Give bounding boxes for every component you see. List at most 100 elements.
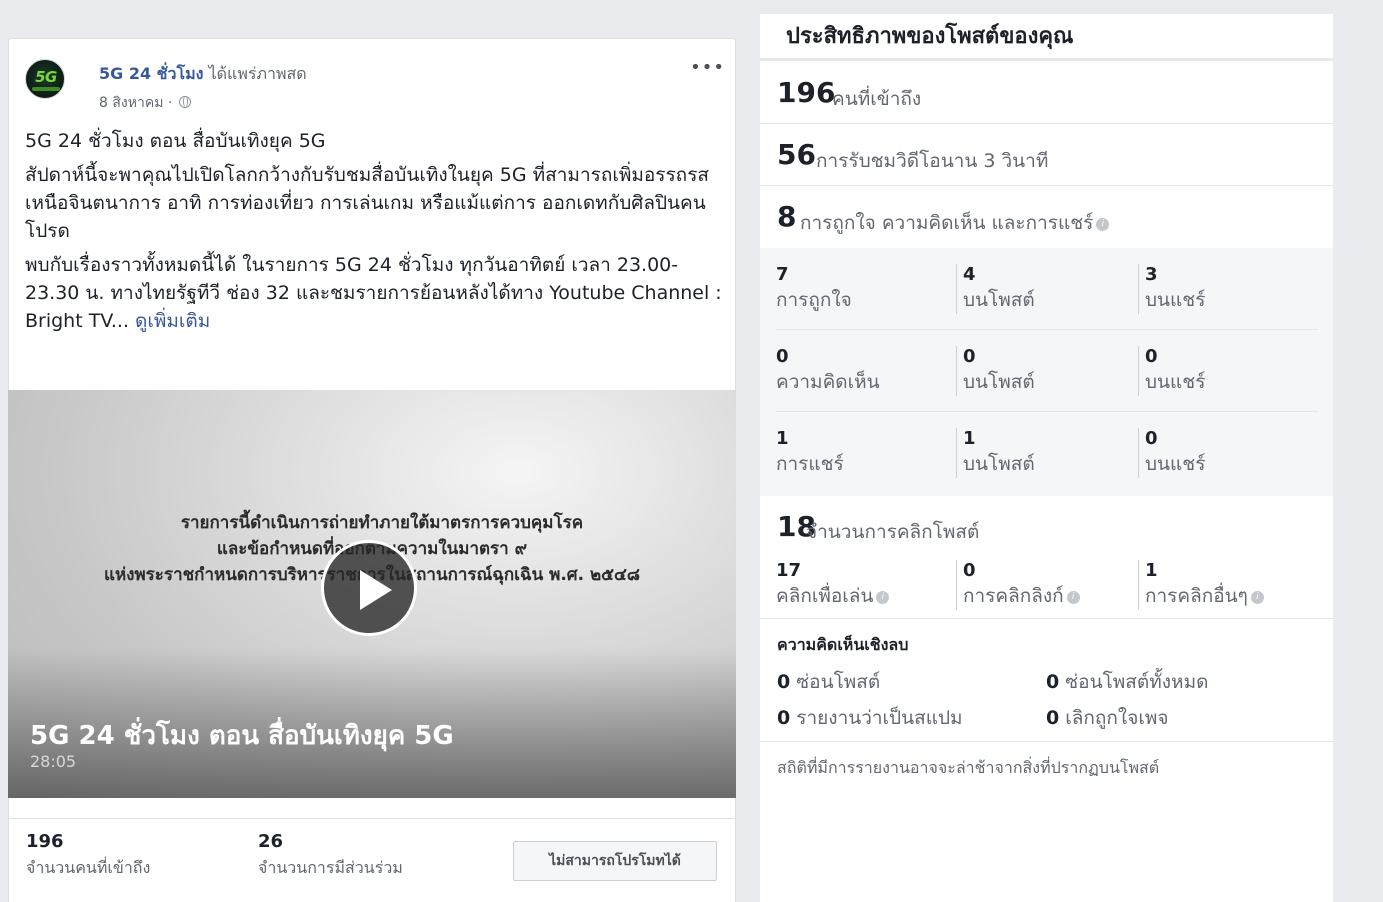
shares-total-label: การแชร์ (776, 453, 844, 475)
engagement-breakdown: 7 การถูกใจ 4 บนโพสต์ 3 บนแชร์ 0 ความคิดเ… (760, 248, 1333, 496)
avatar-logo-bar (32, 87, 60, 91)
post-headline: 5G 24 ชั่วโมง ตอน สื่อบันเทิงยุค 5G (25, 130, 326, 152)
comments-on-post-cell: 0 บนโพสต์ (956, 346, 1035, 396)
negative-feedback: ความคิดเห็นเชิงลบ 0 ซ่อนโพสต์ 0 ซ่อนโพสต… (760, 618, 1333, 742)
performance-panel: ประสิทธิภาพของโพสต์ของคุณ 196 คนที่เข้าถ… (760, 14, 1333, 902)
page-avatar[interactable]: 5G (25, 59, 65, 99)
page-name-link[interactable]: 5G 24 ชั่วโมง (99, 64, 203, 83)
views-label: การรับชมวิดีโอนาน 3 วินาที (816, 150, 1049, 172)
comments-on-post-label: บนโพสต์ (963, 371, 1035, 393)
link-clicks-cell: 0 การคลิกลิงก์ i (956, 560, 1080, 610)
unlike-page-item: 0 เลิกถูกใจเพจ (1046, 703, 1169, 733)
post-date[interactable]: 8 สิงหาคม · (99, 95, 172, 111)
engagement-label-wrap: การถูกใจ ความคิดเห็น และการแชร์ i (800, 208, 1110, 238)
comments-total-label: ความคิดเห็น (776, 371, 880, 393)
other-clicks-value: 1 (1145, 560, 1158, 581)
comments-on-shares-value: 0 (1145, 346, 1158, 367)
see-more-link[interactable]: ดูเพิ่มเติม (135, 310, 210, 332)
post-header: 5G 5G 24 ชั่วโมง ได้แพร่ภาพสด 8 สิงหาคม … (25, 57, 725, 111)
post-text: 5G 24 ชั่วโมง ตอน สื่อบันเทิงยุค 5G สัปด… (25, 127, 725, 341)
post-reach-value: 196 (26, 831, 64, 852)
globe-icon (178, 96, 191, 108)
title-divider (760, 58, 1333, 61)
views-value: 56 (777, 138, 816, 171)
info-icon[interactable]: i (1066, 591, 1080, 604)
play-clicks-cell: 17 คลิกเพื่อเล่น i (776, 560, 890, 610)
likes-on-shares-value: 3 (1145, 264, 1158, 285)
shares-on-post-label: บนโพสต์ (963, 453, 1035, 475)
post-reach-label: จำนวนคนที่เข้าถึง (26, 858, 151, 877)
post-stats: 196 จำนวนคนที่เข้าถึง 26 จำนวนการมีส่วนร… (8, 818, 736, 902)
likes-total-cell: 7 การถูกใจ (776, 264, 852, 314)
other-clicks-label-wrap: การคลิกอื่นๆ i (1145, 581, 1264, 611)
comments-on-shares-cell: 0 บนแชร์ (1138, 346, 1205, 396)
comments-total-value: 0 (776, 346, 789, 367)
comments-on-shares-label: บนแชร์ (1145, 371, 1206, 393)
shares-on-shares-cell: 0 บนแชร์ (1138, 428, 1205, 478)
play-clicks-value: 17 (776, 560, 802, 581)
performance-title: ประสิทธิภาพของโพสต์ของคุณ (786, 24, 1074, 49)
reach-value: 196 (777, 76, 836, 109)
post-body-2-text: พบกับเรื่องราวทั้งหมดนี้ได้ ในรายการ 5G … (25, 254, 722, 332)
likes-on-post-label: บนโพสต์ (963, 289, 1035, 311)
report-spam-item: 0 รายงานว่าเป็นสแปม (777, 703, 963, 733)
other-clicks-cell: 1 การคลิกอื่นๆ i (1138, 560, 1264, 610)
hide-post-value: 0 (777, 671, 791, 693)
reach-label: คนที่เข้าถึง (832, 88, 922, 110)
shares-breakdown-row: 1 การแชร์ 1 บนโพสต์ 0 บนแชร์ (776, 412, 1318, 494)
post-action-text: ได้แพร่ภาพสด (208, 64, 307, 83)
post-reach-stat: 196 จำนวนคนที่เข้าถึง (26, 831, 150, 881)
stats-footnote: สถิติที่มีการรายงานอาจจะล่าช้าจากสิ่งที่… (777, 758, 1160, 777)
likes-breakdown-row: 7 การถูกใจ 4 บนโพสต์ 3 บนแชร์ (776, 248, 1318, 330)
info-icon[interactable]: i (876, 591, 890, 604)
clicks-label: จำนวนการคลิกโพสต์ (806, 521, 980, 543)
clicks-breakdown: 17 คลิกเพื่อเล่น i 0 การคลิกลิงก์ i 1 การค… (776, 556, 1318, 616)
promote-button[interactable]: ไม่สามารถโปรโมทได้ (513, 841, 717, 881)
report-spam-value: 0 (777, 707, 791, 729)
engagement-value: 8 (777, 200, 797, 233)
engagement-label: การถูกใจ ความคิดเห็น และการแชร์ (800, 212, 1094, 234)
hide-post-label: ซ่อนโพสต์ (796, 671, 881, 693)
comments-on-post-value: 0 (963, 346, 976, 367)
info-icon[interactable]: i (1096, 218, 1110, 231)
likes-on-shares-label: บนแชร์ (1145, 289, 1206, 311)
post-engagement-label: จำนวนการมีส่วนร่วม (258, 858, 403, 877)
play-icon[interactable] (321, 540, 417, 636)
likes-on-post-value: 4 (963, 264, 976, 285)
post-engagement-stat: 26 จำนวนการมีส่วนร่วม (258, 831, 403, 881)
shares-on-shares-label: บนแชร์ (1145, 453, 1206, 475)
video-player[interactable]: รายการนี้ดำเนินการถ่ายทำภายใต้มาตรการควบ… (8, 390, 736, 798)
video-title: 5G 24 ชั่วโมง ตอน สื่อบันเทิงยุค 5G (30, 721, 454, 751)
unlike-page-value: 0 (1046, 707, 1060, 729)
info-icon[interactable]: i (1250, 591, 1264, 604)
post-date-line: 8 สิงหาคม · (99, 92, 191, 114)
shares-on-post-value: 1 (963, 428, 976, 449)
hide-all-label: ซ่อนโพสต์ทั้งหมด (1065, 671, 1209, 693)
negative-feedback-title: ความคิดเห็นเชิงลบ (777, 635, 909, 654)
post-engagement-value: 26 (258, 831, 284, 852)
video-caption-line-1: รายการนี้ดำเนินการถ่ายทำภายใต้มาตรการควบ… (180, 513, 584, 533)
hide-all-value: 0 (1046, 671, 1060, 693)
likes-on-shares-cell: 3 บนแชร์ (1138, 264, 1205, 314)
likes-on-post-cell: 4 บนโพสต์ (956, 264, 1035, 314)
reach-row: 196 คนที่เข้าถึง (760, 62, 1333, 124)
post-body-1: สัปดาห์นี้จะพาคุณไปเปิดโลกกว้างกับรับชมส… (25, 164, 709, 242)
shares-on-shares-value: 0 (1145, 428, 1158, 449)
report-spam-label: รายงานว่าเป็นสแปม (796, 707, 963, 729)
link-clicks-value: 0 (963, 560, 976, 581)
comments-breakdown-row: 0 ความคิดเห็น 0 บนโพสต์ 0 บนแชร์ (776, 330, 1318, 412)
hide-post-item: 0 ซ่อนโพสต์ (777, 667, 880, 697)
video-duration: 28:05 (30, 752, 77, 771)
avatar-logo-text: 5G (35, 68, 57, 86)
link-clicks-label-wrap: การคลิกลิงก์ i (963, 581, 1080, 611)
hide-all-item: 0 ซ่อนโพสต์ทั้งหมด (1046, 667, 1208, 697)
link-clicks-label: การคลิกลิงก์ (963, 585, 1064, 607)
post-body-2: พบกับเรื่องราวทั้งหมดนี้ได้ ในรายการ 5G … (25, 251, 725, 335)
likes-total-value: 7 (776, 264, 789, 285)
shares-on-post-cell: 1 บนโพสต์ (956, 428, 1035, 478)
likes-total-label: การถูกใจ (776, 289, 852, 311)
engagement-row: 8 การถูกใจ ความคิดเห็น และการแชร์ i (760, 186, 1333, 248)
comments-total-cell: 0 ความคิดเห็น (776, 346, 880, 396)
more-options-icon[interactable]: ••• (690, 57, 725, 78)
views-row: 56 การรับชมวิดีโอนาน 3 วินาที (760, 124, 1333, 186)
